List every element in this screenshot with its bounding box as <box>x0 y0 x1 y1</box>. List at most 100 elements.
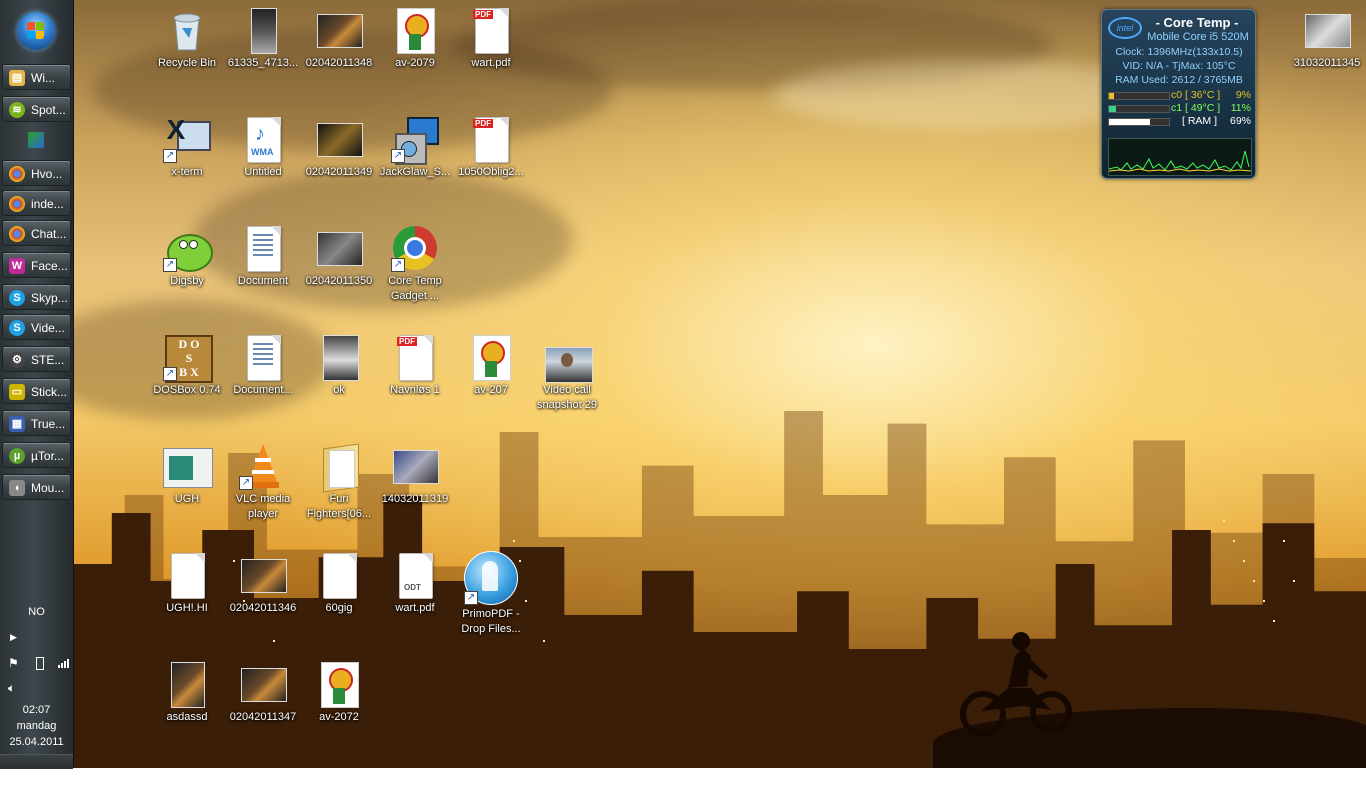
icon-label: asdassd <box>166 711 208 723</box>
desktop-icon-primopdf[interactable]: ↗ PrimoPDF - Drop Files... <box>452 551 530 637</box>
show-desktop-button[interactable] <box>0 754 73 769</box>
icon-label: UGH!.HI <box>166 602 208 614</box>
battery-icon[interactable] <box>36 657 44 670</box>
icon-label: Navnløs 1 <box>390 384 440 396</box>
mouse-icon: ◖ <box>9 480 25 496</box>
taskbar-button-chrome-2[interactable]: inde... <box>2 190 71 216</box>
pdf-icon: PDF <box>467 115 515 163</box>
photo-icon <box>391 442 439 490</box>
taskbar-button-label: Mou... <box>31 481 65 495</box>
icon-label: 02042011350 <box>305 275 373 287</box>
desktop-icon-02042011349[interactable]: 02042011349 <box>300 115 378 180</box>
desktop-icon-av-2079[interactable]: av-2079 <box>376 6 454 71</box>
desktop-icon-61335[interactable]: 61335_4713... <box>224 6 302 71</box>
taskbar-button-utorrent[interactable]: µ µTor... <box>2 442 71 468</box>
network-signal-icon[interactable] <box>58 658 70 668</box>
desktop-icon-untitled[interactable]: ♪ WMA Untitled <box>224 115 302 180</box>
taskbar-button-chrome-3[interactable]: Chat... <box>2 220 71 246</box>
motorbike-rider-silhouette <box>960 632 1072 736</box>
taskbar-button-sticky-notes[interactable]: ▭ Stick... <box>2 378 71 404</box>
desktop-icon-ugh-hi[interactable]: UGH!.HI <box>148 551 226 616</box>
gadget-vid: VID: N/A - TjMax: 105°C <box>1122 60 1236 72</box>
desktop-icon-dosbox[interactable]: D OSB X ↗ DOSBox 0.74 <box>148 333 226 398</box>
document-icon <box>239 224 287 272</box>
taskbar-button-steam[interactable]: ⚙ STE... <box>2 346 71 372</box>
avatar-icon <box>315 660 363 708</box>
action-center-flag-icon[interactable]: ⚑ <box>8 656 19 670</box>
desktop-icon-02042011350[interactable]: 02042011350 <box>300 224 378 289</box>
desktop-icon-02042011346[interactable]: 02042011346 <box>224 551 302 616</box>
desktop-icon-x-term[interactable]: X ↗ x-term <box>148 115 226 180</box>
desktop-icon-av-2072[interactable]: av-2072 <box>300 660 378 725</box>
desktop-icon-recycle-bin[interactable]: Recycle Bin <box>148 6 226 71</box>
desktop-icon-asdassd[interactable]: asdassd <box>148 660 226 725</box>
desktop-icon-02042011347[interactable]: 02042011347 <box>224 660 302 725</box>
desktop-icon-wart-odt[interactable]: ODT wart.pdf <box>376 551 454 616</box>
photo-icon <box>163 660 211 708</box>
icon-label: ok <box>333 384 345 396</box>
icon-label: 02042011347 <box>229 711 297 723</box>
folder-icon: ▤ <box>9 70 25 86</box>
utorrent-icon: µ <box>9 448 25 464</box>
digsby-icon: ↗ <box>163 224 213 272</box>
chrome-icon <box>9 166 25 182</box>
taskbar-button-facebook[interactable]: W Face... <box>2 252 71 278</box>
core-temp-gadget[interactable]: intel - Core Temp - Mobile Core i5 520M … <box>1101 9 1256 179</box>
desktop-icon-14032011319[interactable]: 14032011319 <box>376 442 454 507</box>
desktop-icon-31032011345[interactable]: 31032011345 <box>1288 6 1366 71</box>
network-app-icon[interactable] <box>28 132 44 148</box>
icon-label: Untitled <box>244 166 282 178</box>
photo-icon <box>239 6 287 54</box>
show-hidden-icons-arrow[interactable]: ▶ <box>10 632 17 643</box>
icon-label: Document... <box>233 384 293 396</box>
chrome-icon: ↗ <box>391 224 439 272</box>
core1-label: c1 [ 49°C ] <box>1171 102 1221 114</box>
desktop-icon-furi-fighters[interactable]: Furi Fighters[06... <box>300 442 378 522</box>
taskbar-button-explorer[interactable]: ▤ Wi... <box>2 64 71 90</box>
taskbar-button-skype-video[interactable]: S Vide... <box>2 314 71 340</box>
language-indicator[interactable]: NO <box>0 606 73 618</box>
icon-label: 02042011348 <box>305 57 373 69</box>
icon-label: Video call snapshot 29 <box>537 384 597 411</box>
steam-icon: ⚙ <box>9 352 25 368</box>
clock-date[interactable]: 25.04.2011 <box>0 736 73 748</box>
pdf-badge: PDF <box>473 10 493 19</box>
clock-time[interactable]: 02:07 <box>0 704 73 716</box>
desktop-icon-document-2[interactable]: Document... <box>224 333 302 398</box>
recycle-bin-icon <box>163 6 211 54</box>
photo-icon <box>1303 6 1351 54</box>
desktop-icon-digsby[interactable]: ↗ Digsby <box>148 224 226 289</box>
avatar-icon <box>467 333 515 381</box>
desktop-icon-vlc[interactable]: ↗ VLC media player <box>224 442 302 522</box>
shortcut-arrow-icon: ↗ <box>163 149 177 163</box>
windows-logo-icon <box>27 22 45 40</box>
desktop-icon-ok[interactable]: ok <box>300 333 378 398</box>
desktop-icon-document[interactable]: Document <box>224 224 302 289</box>
photo-icon <box>239 660 287 708</box>
desktop-icon-ugh[interactable]: UGH <box>148 442 226 507</box>
core0-load-bar <box>1108 92 1170 100</box>
clock-day[interactable]: mandag <box>0 720 73 732</box>
desktop-icon-jackglaw[interactable]: ↗ JackGlaw_S... <box>376 115 454 180</box>
taskbar-button-label: Skyp... <box>31 291 68 305</box>
volume-icon[interactable]: 🔈︎ <box>8 681 15 696</box>
desktop-icon-navnlos[interactable]: PDF Navnløs 1 <box>376 333 454 398</box>
desktop-icon-wart-pdf[interactable]: PDF wart.pdf <box>452 6 530 71</box>
taskbar-button-spotify[interactable]: ≋ Spot... <box>2 96 71 122</box>
desktop-icon-02042011348[interactable]: 02042011348 <box>300 6 378 71</box>
desktop-icon-1050oblig2[interactable]: PDF 1050Oblig2... <box>452 115 530 180</box>
start-button[interactable] <box>17 12 55 50</box>
taskbar-button-chrome-1[interactable]: Hvo... <box>2 160 71 186</box>
taskbar-button-mouse[interactable]: ◖ Mou... <box>2 474 71 500</box>
desktop-icon-video-call-snapshot[interactable]: Video call snapshot 29 <box>528 333 606 413</box>
icon-label: wart.pdf <box>471 57 511 69</box>
desktop-icon-core-temp-gadget[interactable]: ↗ Core Temp Gadget ... <box>376 224 454 304</box>
blank-file-icon <box>315 551 363 599</box>
photo-icon <box>315 333 363 381</box>
desktop-icon-av-207[interactable]: av-207 <box>452 333 530 398</box>
taskbar-button-label: inde... <box>31 197 64 211</box>
desktop-icon-60gig[interactable]: 60gig <box>300 551 378 616</box>
taskbar-button-truecrypt[interactable]: ▦ True... <box>2 410 71 436</box>
wma-icon: ♪ WMA <box>239 115 287 163</box>
taskbar-button-skype[interactable]: S Skyp... <box>2 284 71 310</box>
